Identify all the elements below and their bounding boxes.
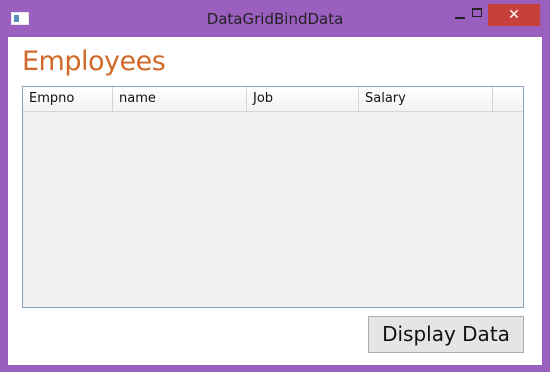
column-header-filler bbox=[493, 87, 523, 111]
column-header-salary[interactable]: Salary bbox=[359, 87, 493, 111]
close-icon: ✕ bbox=[508, 7, 520, 23]
client-area: Employees Empno name Job Salary Display … bbox=[8, 37, 542, 365]
column-header-name[interactable]: name bbox=[113, 87, 247, 111]
app-window: DataGridBindData ✕ Employees Empno name … bbox=[0, 0, 550, 372]
page-title: Employees bbox=[22, 46, 166, 77]
close-button[interactable]: ✕ bbox=[488, 4, 540, 26]
column-header-empno[interactable]: Empno bbox=[23, 87, 113, 111]
employees-data-grid[interactable]: Empno name Job Salary bbox=[22, 86, 524, 308]
grid-header-row: Empno name Job Salary bbox=[23, 87, 523, 112]
title-bar[interactable]: DataGridBindData ✕ bbox=[0, 0, 550, 36]
display-data-button[interactable]: Display Data bbox=[368, 316, 524, 353]
column-header-job[interactable]: Job bbox=[247, 87, 359, 111]
